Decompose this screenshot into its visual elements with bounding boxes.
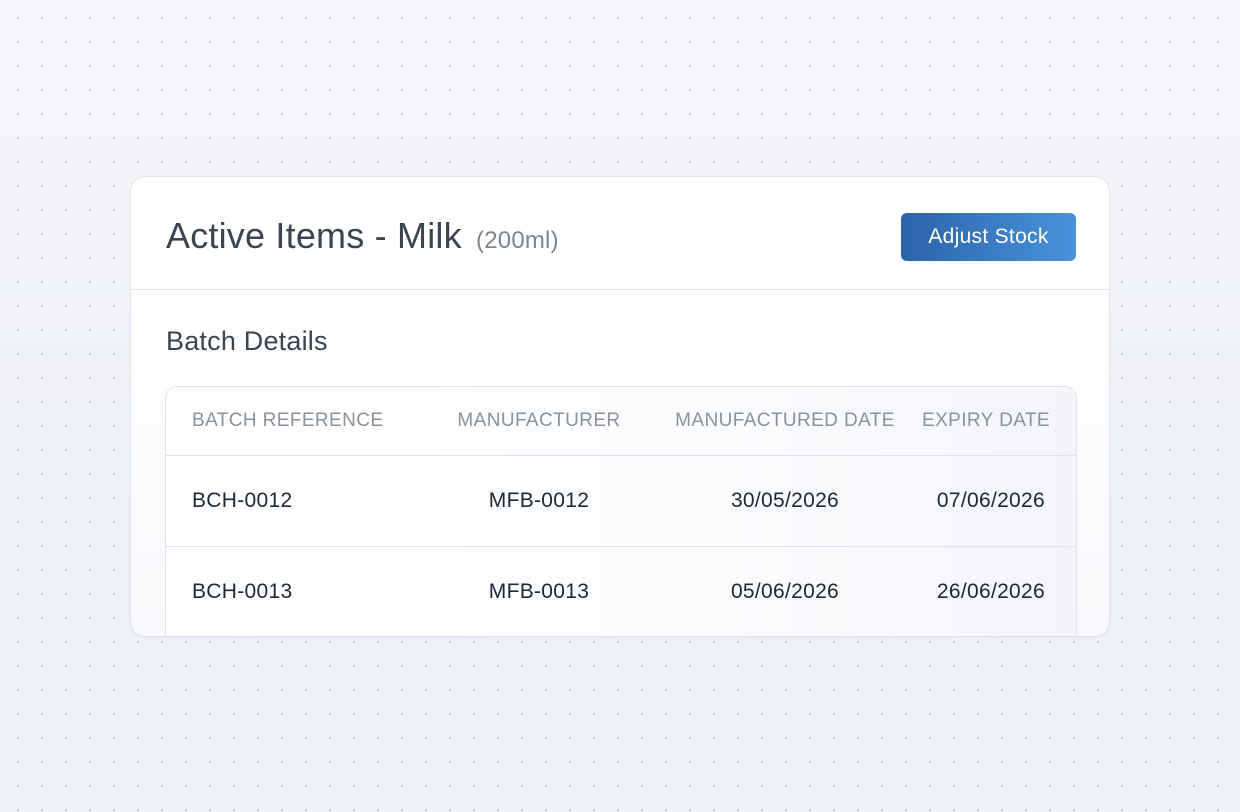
table-row[interactable]: BCH-0012 MFB-0012 30/05/2026 07/06/2026 (166, 455, 1076, 547)
column-header-manufacturer: MANUFACTURER (430, 387, 648, 456)
page-title-quantity: (200ml) (476, 227, 559, 254)
column-header-manufactured-date: MANUFACTURED DATE (648, 387, 922, 456)
cell-batch-reference: BCH-0012 (166, 455, 430, 547)
table-row[interactable]: BCH-0013 MFB-0013 05/06/2026 26/06/2026 (166, 547, 1076, 637)
card-body: Batch Details BATCH REFERENCE MANUFACTUR… (131, 290, 1109, 636)
cell-manufactured-date: 05/06/2026 (730, 580, 840, 603)
batch-details-table: BATCH REFERENCE MANUFACTURER MANUFACTURE… (166, 387, 1076, 636)
cell-expiry-date: 26/06/2026 (936, 580, 1045, 603)
active-items-card: Active Items - Milk (200ml) Adjust Stock… (131, 177, 1109, 636)
page-title: Active Items - Milk (200ml) (166, 215, 559, 257)
table-header-row: BATCH REFERENCE MANUFACTURER MANUFACTURE… (166, 387, 1076, 456)
batch-details-table-container[interactable]: BATCH REFERENCE MANUFACTURER MANUFACTURE… (165, 386, 1077, 636)
cell-manufactured-date: 30/05/2026 (648, 455, 922, 547)
batch-details-heading: Batch Details (166, 326, 328, 356)
cell-manufacturer: MFB-0013 (488, 580, 590, 603)
page-title-text: Active Items - Milk (166, 215, 462, 256)
cell-batch-reference: BCH-0013 (192, 580, 293, 603)
column-header-expiry-date: EXPIRY DATE (922, 387, 1076, 456)
cell-manufacturer: MFB-0012 (430, 455, 648, 547)
column-header-batch-reference: BATCH REFERENCE (166, 387, 430, 456)
adjust-stock-button[interactable]: Adjust Stock (901, 213, 1076, 261)
cell-expiry-date: 07/06/2026 (922, 455, 1076, 547)
card-header: Active Items - Milk (200ml) Adjust Stock (131, 177, 1109, 290)
